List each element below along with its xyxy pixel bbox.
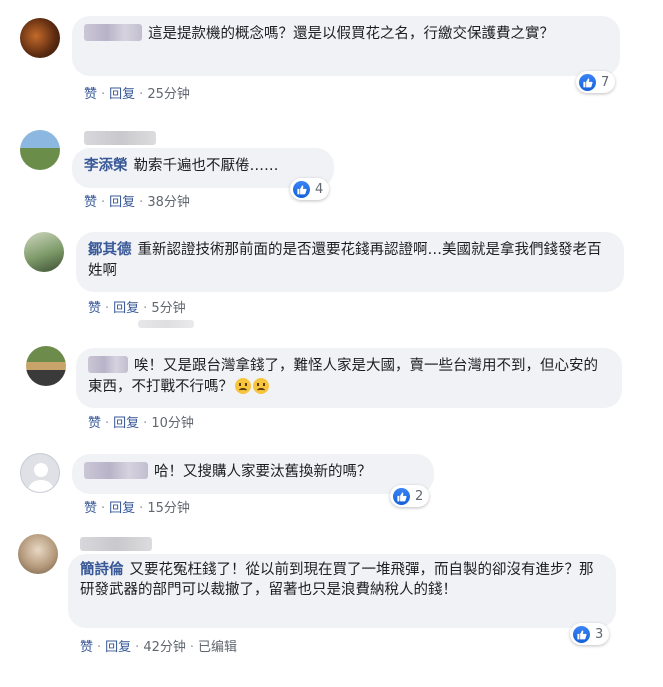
default-avatar-icon[interactable] xyxy=(20,453,60,493)
timestamp[interactable]: 42分钟 xyxy=(143,640,186,655)
timestamp[interactable]: 38分钟 xyxy=(147,195,190,210)
comment-bubble: 唉！又是跟台灣拿錢了，難怪人家是大國，賣一些台灣用不到，但心安的東西，不打戰不行… xyxy=(76,348,622,408)
reaction-count[interactable]: 3 xyxy=(570,623,610,645)
reaction-count[interactable]: 4 xyxy=(290,178,330,200)
blurred-name xyxy=(84,24,142,41)
avatar[interactable] xyxy=(20,130,60,170)
comment-actions: 赞 · 回复 · 10分钟 xyxy=(88,416,194,431)
comment-actions: 赞 · 回复 · 5分钟 xyxy=(88,301,186,316)
like-thumb-icon xyxy=(579,73,596,91)
blurred-fragment xyxy=(138,320,194,328)
like-link[interactable]: 赞 xyxy=(88,301,101,316)
comment-bubble: 簡詩倫 又要花冤枉錢了！從以前到現在買了一堆飛彈，而自製的卻沒有進步？那研發武器的… xyxy=(68,554,616,628)
edited-label: 已编辑 xyxy=(198,640,238,655)
avatar[interactable] xyxy=(24,232,64,272)
like-link[interactable]: 赞 xyxy=(80,640,93,655)
timestamp[interactable]: 10分钟 xyxy=(151,416,194,431)
reply-link[interactable]: 回复 xyxy=(109,87,135,102)
blurred-header xyxy=(84,131,156,145)
comment-bubble: 哈！又搜購人家要汰舊換新的嗎？ xyxy=(72,454,434,494)
like-thumb-icon xyxy=(573,625,590,643)
comment-text: 這是提款機的概念嗎？還是以假買花之名，行繳交保護費之實？ xyxy=(148,26,554,42)
comment-text: 重新認證技術那前面的是否還要花錢再認證啊…美國就是拿我們錢發老百姓啊 xyxy=(88,242,602,279)
blurred-name xyxy=(84,462,148,479)
avatar[interactable] xyxy=(18,534,58,574)
blurred-name xyxy=(88,356,128,373)
reply-link[interactable]: 回复 xyxy=(113,416,139,431)
like-link[interactable]: 赞 xyxy=(84,87,97,102)
avatar[interactable] xyxy=(20,18,60,58)
like-link[interactable]: 赞 xyxy=(88,416,101,431)
timestamp[interactable]: 15分钟 xyxy=(147,501,190,516)
reply-link[interactable]: 回复 xyxy=(105,640,131,655)
reply-link[interactable]: 回复 xyxy=(109,501,135,516)
like-thumb-icon xyxy=(293,180,310,198)
comment-bubble: 鄒其德 重新認證技術那前面的是否還要花錢再認證啊…美國就是拿我們錢發老百姓啊 xyxy=(76,232,624,292)
comment-text: 哈！又搜購人家要汰舊換新的嗎？ xyxy=(154,464,372,480)
reaction-number: 3 xyxy=(595,626,604,642)
reaction-number: 7 xyxy=(601,74,610,90)
sad-face-emoji xyxy=(253,378,269,394)
commenter-name[interactable]: 李添榮 xyxy=(84,158,128,174)
comment-bubble: 這是提款機的概念嗎？還是以假買花之名，行繳交保護費之實？ xyxy=(72,16,620,76)
like-link[interactable]: 赞 xyxy=(84,195,97,210)
commenter-name[interactable]: 簡詩倫 xyxy=(80,562,124,578)
sad-face-emoji xyxy=(235,378,251,394)
timestamp[interactable]: 25分钟 xyxy=(147,87,190,102)
comment-actions: 赞 · 回复 · 15分钟 xyxy=(84,501,190,516)
comment-actions: 赞 · 回复 · 42分钟 · 已编辑 xyxy=(80,640,238,655)
reaction-count[interactable]: 2 xyxy=(390,485,430,507)
like-link[interactable]: 赞 xyxy=(84,501,97,516)
comment-text: 又要花冤枉錢了！從以前到現在買了一堆飛彈，而自製的卻沒有進步？那研發武器的部門可… xyxy=(80,562,594,598)
reaction-count[interactable]: 7 xyxy=(576,71,616,93)
comment-text: 勒索千遍也不厭倦…… xyxy=(133,158,279,174)
reply-link[interactable]: 回复 xyxy=(109,195,135,210)
avatar[interactable] xyxy=(26,346,66,386)
comment-text: 唉！又是跟台灣拿錢了，難怪人家是大國，賣一些台灣用不到，但心安的東西，不打戰不行… xyxy=(88,358,598,395)
reply-link[interactable]: 回复 xyxy=(113,301,139,316)
timestamp[interactable]: 5分钟 xyxy=(151,301,185,316)
like-thumb-icon xyxy=(393,487,410,505)
reaction-number: 4 xyxy=(315,181,324,197)
comment-actions: 赞 · 回复 · 38分钟 xyxy=(84,195,190,210)
blurred-header xyxy=(80,537,152,551)
commenter-name[interactable]: 鄒其德 xyxy=(88,242,132,258)
reaction-number: 2 xyxy=(415,488,424,504)
comment-actions: 赞 · 回复 · 25分钟 xyxy=(84,87,190,102)
